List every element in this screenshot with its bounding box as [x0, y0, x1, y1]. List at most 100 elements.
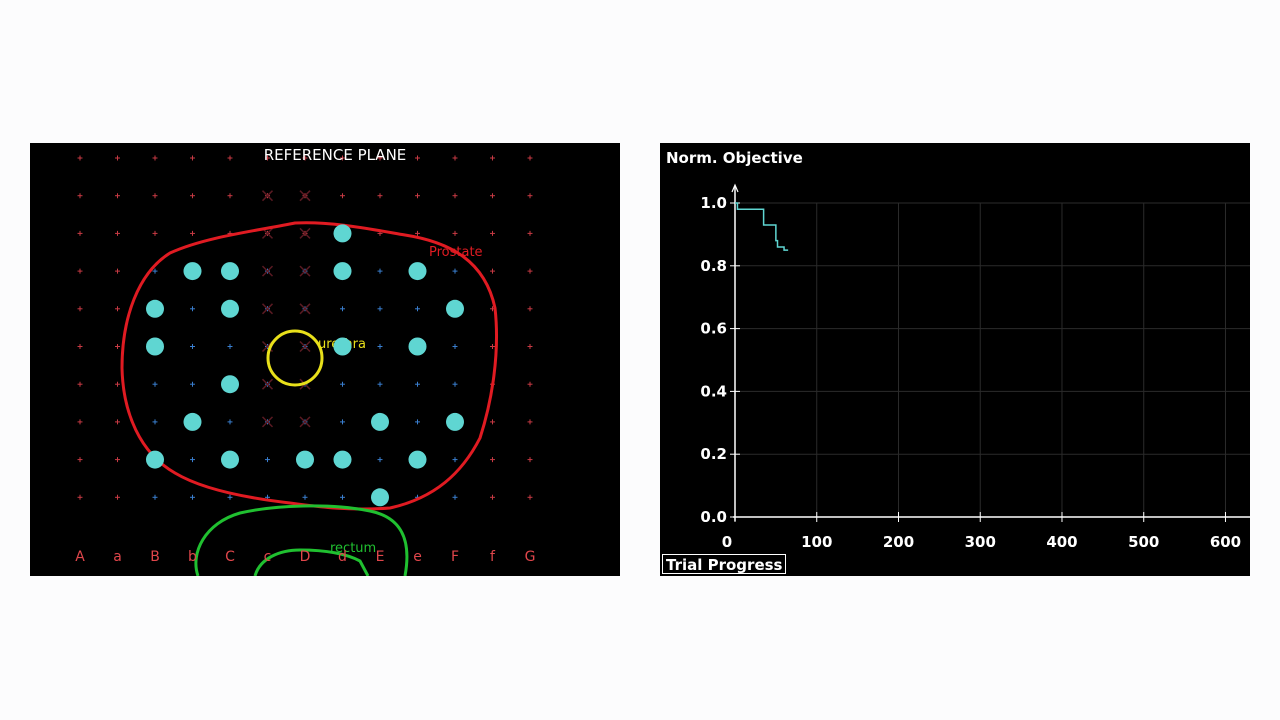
- column-labels: Aa Bb Cc Dd Ee Ff G: [75, 549, 535, 565]
- grid-marker: [490, 419, 495, 425]
- grid-marker: [452, 230, 458, 236]
- grid-marker: [415, 381, 420, 387]
- y-tick-label: 0.0: [700, 508, 727, 526]
- trial-progress-button[interactable]: Trial Progress: [662, 554, 787, 574]
- grid-marker: [415, 419, 420, 425]
- grid-marker: [490, 344, 495, 349]
- grid-marker: [77, 419, 83, 425]
- seed-dot[interactable]: [408, 450, 427, 469]
- seed-dot[interactable]: [371, 488, 389, 507]
- x-tick-label: 300: [965, 533, 996, 551]
- grid-marker: [77, 306, 83, 312]
- column-label: D: [300, 549, 311, 565]
- x-tick-label: 100: [801, 533, 832, 551]
- grid-marker: [77, 155, 83, 161]
- grid-marker: [152, 419, 158, 425]
- seed-dot[interactable]: [221, 299, 239, 318]
- grid-marker: [265, 457, 270, 463]
- grid-marker: [415, 306, 420, 312]
- grid-marker: [527, 381, 533, 387]
- seed-dot[interactable]: [333, 337, 352, 356]
- seed-dot[interactable]: [446, 412, 464, 431]
- grid-marker: [452, 344, 458, 349]
- grid-marker: [452, 457, 458, 463]
- seed-dot[interactable]: [221, 375, 239, 394]
- grid-marker: [152, 155, 158, 161]
- grid-marker: [527, 230, 533, 236]
- column-label: C: [225, 549, 235, 565]
- grid-marker: [115, 193, 120, 199]
- rectum-label: rectum: [330, 541, 376, 556]
- seed-dot[interactable]: [296, 450, 314, 469]
- seed-dot[interactable]: [221, 262, 239, 281]
- grid-marker: [227, 494, 233, 500]
- seed-dot[interactable]: [146, 337, 164, 356]
- x-tick-label: 0: [722, 533, 732, 551]
- grid-marker: [340, 306, 345, 312]
- grid-marker: [415, 230, 420, 236]
- grid-marker: [415, 193, 420, 199]
- grid-marker: [115, 419, 120, 425]
- grid-marker: [340, 494, 345, 500]
- reference-plane-canvas[interactable]: Prostate urethra rectum REFERENCE PLANE …: [30, 143, 620, 576]
- excluded-marker: [299, 340, 311, 353]
- grid-marker: [302, 494, 308, 500]
- grid-marker: [115, 344, 120, 349]
- grid-marker: [377, 381, 383, 387]
- excluded-marker: [299, 190, 311, 202]
- seed-dot[interactable]: [408, 262, 427, 281]
- x-tick-label: 500: [1128, 533, 1159, 551]
- grid-marker: [490, 457, 495, 463]
- grid-marker: [452, 494, 458, 500]
- grid-marker: [77, 457, 83, 463]
- trial-progress-panel[interactable]: Norm. Objective 0.0 0.2 0.4 0.6 0.8 1.0 0 100 20…: [660, 143, 1250, 576]
- grid-marker: [190, 230, 195, 236]
- grid-marker: [527, 268, 533, 274]
- grid-marker: [77, 268, 83, 274]
- seed-dot[interactable]: [183, 412, 202, 431]
- column-label: a: [113, 549, 122, 565]
- grid-marker: [377, 268, 383, 274]
- grid-marker: [227, 344, 233, 349]
- grid-marker: [77, 193, 83, 199]
- grid-marker: [190, 155, 195, 161]
- grid-marker: [377, 344, 383, 349]
- y-tick-label: 0.8: [700, 257, 727, 275]
- grid-marker: [190, 306, 195, 312]
- grid-marker: [152, 193, 158, 199]
- excluded-marker: [261, 416, 274, 428]
- seed-dot[interactable]: [183, 262, 202, 281]
- excluded-marker: [299, 303, 311, 315]
- column-label: e: [413, 549, 422, 565]
- x-tick-label: 400: [1046, 533, 1077, 551]
- seed-dot[interactable]: [371, 412, 389, 431]
- seed-dot[interactable]: [146, 299, 164, 318]
- excluded-marker: [261, 265, 274, 277]
- seed-dot[interactable]: [221, 450, 239, 469]
- seed-dot[interactable]: [333, 262, 352, 281]
- seed-dot[interactable]: [146, 450, 164, 469]
- chart-grid: [735, 202, 1250, 517]
- seed-dot[interactable]: [446, 299, 464, 318]
- grid-marker: [377, 193, 383, 199]
- excluded-marker: [261, 378, 274, 390]
- grid-marker: [227, 419, 233, 425]
- seed-dot[interactable]: [333, 224, 352, 243]
- excluded-marker: [299, 416, 311, 428]
- seed-positions[interactable]: [146, 224, 464, 507]
- plane-title: REFERENCE PLANE: [264, 146, 407, 164]
- excluded-marker: [261, 190, 274, 202]
- urethra-contour: [266, 329, 324, 387]
- excluded-marker: [299, 227, 311, 239]
- grid-marker: [340, 381, 345, 387]
- grid-marker: [190, 494, 195, 500]
- reference-plane-panel[interactable]: Prostate urethra rectum REFERENCE PLANE …: [30, 143, 620, 576]
- chart-axes: [731, 183, 1250, 521]
- column-label: c: [264, 549, 272, 565]
- grid-marker: [527, 344, 533, 349]
- grid-marker: [152, 494, 158, 500]
- grid-marker: [115, 306, 120, 312]
- seed-dot[interactable]: [333, 450, 352, 469]
- seed-dot[interactable]: [408, 337, 427, 356]
- grid-marker: [115, 155, 120, 161]
